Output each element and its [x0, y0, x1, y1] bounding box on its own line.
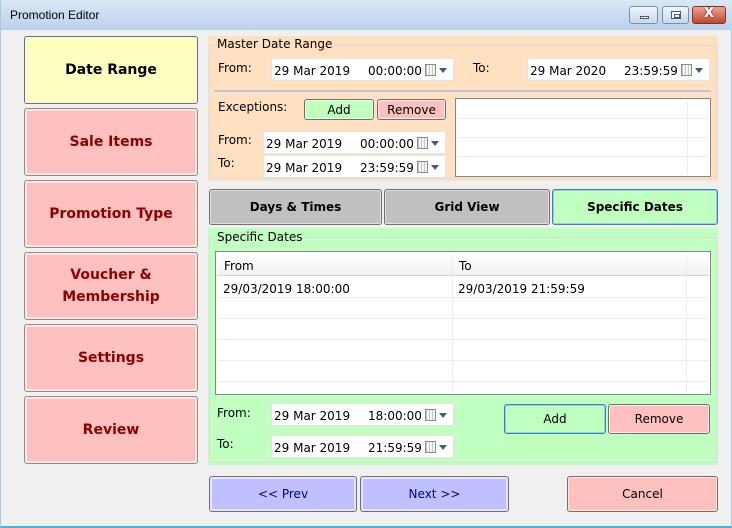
sidebar-item-label: Date Range [65, 62, 157, 78]
specific-to-date: 29 Mar 2019 [274, 441, 351, 455]
master-from-datetime-picker[interactable]: 29 Mar 2019 00:00:00 [271, 58, 454, 81]
prev-button[interactable]: << Prev [209, 476, 357, 512]
exceptions-to-label: To: [218, 156, 235, 170]
exceptions-from-datetime-picker[interactable]: 29 Mar 2019 00:00:00 [263, 131, 446, 154]
maximize-button[interactable] [662, 6, 689, 24]
cell-to: 29/03/2019 21:59:59 [458, 282, 585, 296]
exceptions-remove-button[interactable]: Remove [377, 99, 446, 120]
sidebar-item-label: Voucher & Membership [62, 267, 160, 305]
sidebar-item-settings[interactable]: Settings [24, 324, 198, 392]
exceptions-from-time: 00:00:00 [360, 137, 414, 151]
specific-add-button[interactable]: Add [504, 404, 606, 434]
exceptions-label: Exceptions: [218, 100, 288, 114]
specific-from-time: 18:00:00 [368, 409, 422, 423]
minimize-button[interactable] [629, 6, 658, 24]
specific-from-label: From: [217, 406, 251, 420]
sidebar-item-promotion-type[interactable]: Promotion Type [24, 180, 198, 248]
title-bar[interactable]: Promotion Editor X [1, 0, 732, 30]
sidebar-item-label: Review [82, 422, 140, 438]
calendar-dropdown-icon[interactable] [425, 441, 447, 454]
sidebar-item-date-range[interactable]: Date Range [24, 36, 198, 104]
row-divider [218, 381, 708, 382]
exceptions-from-label: From: [218, 133, 252, 147]
column-header-from[interactable]: From [224, 259, 254, 273]
master-from-label: From: [218, 61, 252, 75]
next-button[interactable]: Next >> [360, 476, 509, 512]
row-divider [218, 318, 708, 319]
sidebar-item-label: Settings [77, 350, 145, 366]
calendar-dropdown-icon[interactable] [417, 137, 439, 150]
specific-to-datetime-picker[interactable]: 29 Mar 2019 21:59:59 [271, 435, 454, 458]
specific-dates-grid[interactable]: From To 29/03/2019 18:00:00 29/03/2019 2… [215, 251, 711, 395]
column-divider [686, 254, 687, 392]
master-exceptions-divider [214, 90, 711, 93]
exceptions-from-date: 29 Mar 2019 [266, 137, 343, 151]
promotion-editor-window: Promotion Editor X Date Range Sale Items… [0, 0, 732, 528]
close-button[interactable]: X [692, 6, 726, 24]
column-divider [452, 254, 453, 392]
sidebar-item-review[interactable]: Review [24, 396, 198, 464]
specific-to-label: To: [217, 437, 234, 451]
row-divider [458, 137, 708, 138]
sidebar-item-sale-items[interactable]: Sale Items [24, 108, 198, 176]
tab-days-and-times[interactable]: Days & Times [209, 189, 382, 225]
row-divider [218, 360, 708, 361]
specific-from-date: 29 Mar 2019 [274, 409, 351, 423]
calendar-dropdown-icon[interactable] [425, 409, 447, 422]
calendar-dropdown-icon[interactable] [425, 64, 447, 77]
row-divider [458, 118, 708, 119]
master-to-label: To: [473, 61, 490, 75]
master-to-datetime-picker[interactable]: 29 Mar 2020 23:59:59 [527, 58, 710, 81]
column-divider [687, 101, 688, 174]
master-to-date: 29 Mar 2020 [530, 64, 607, 78]
window-title: Promotion Editor [10, 8, 100, 22]
row-divider [218, 297, 708, 298]
exceptions-add-button[interactable]: Add [304, 99, 374, 120]
sidebar-item-label: Sale Items [69, 134, 153, 150]
master-from-date: 29 Mar 2019 [274, 64, 351, 78]
specific-remove-button[interactable]: Remove [608, 404, 710, 434]
maximize-icon [671, 11, 681, 19]
specific-dates-label: Specific Dates [215, 230, 305, 244]
tab-specific-dates[interactable]: Specific Dates [552, 189, 718, 225]
master-to-time: 23:59:59 [624, 64, 678, 78]
sidebar-item-voucher-membership[interactable]: Voucher & Membership [24, 252, 198, 320]
column-header-to[interactable]: To [459, 259, 472, 273]
minimize-icon [640, 16, 649, 19]
exceptions-to-time: 23:59:59 [360, 161, 414, 175]
close-icon: X [703, 6, 715, 21]
calendar-dropdown-icon[interactable] [681, 64, 703, 77]
row-divider [458, 156, 708, 157]
tab-grid-view[interactable]: Grid View [384, 189, 550, 225]
master-date-range-label: Master Date Range [215, 37, 335, 51]
specific-from-datetime-picker[interactable]: 29 Mar 2019 18:00:00 [271, 403, 454, 426]
row-divider [218, 339, 708, 340]
specific-to-time: 21:59:59 [368, 441, 422, 455]
exceptions-to-datetime-picker[interactable]: 29 Mar 2019 23:59:59 [263, 155, 446, 178]
cancel-button[interactable]: Cancel [567, 476, 718, 512]
calendar-dropdown-icon[interactable] [417, 161, 439, 174]
cell-from: 29/03/2019 18:00:00 [223, 282, 350, 296]
master-from-time: 00:00:00 [368, 64, 422, 78]
exceptions-list[interactable] [455, 98, 711, 177]
grid-header: From To [217, 253, 709, 276]
exceptions-to-date: 29 Mar 2019 [266, 161, 343, 175]
sidebar-item-label: Promotion Type [49, 206, 173, 222]
